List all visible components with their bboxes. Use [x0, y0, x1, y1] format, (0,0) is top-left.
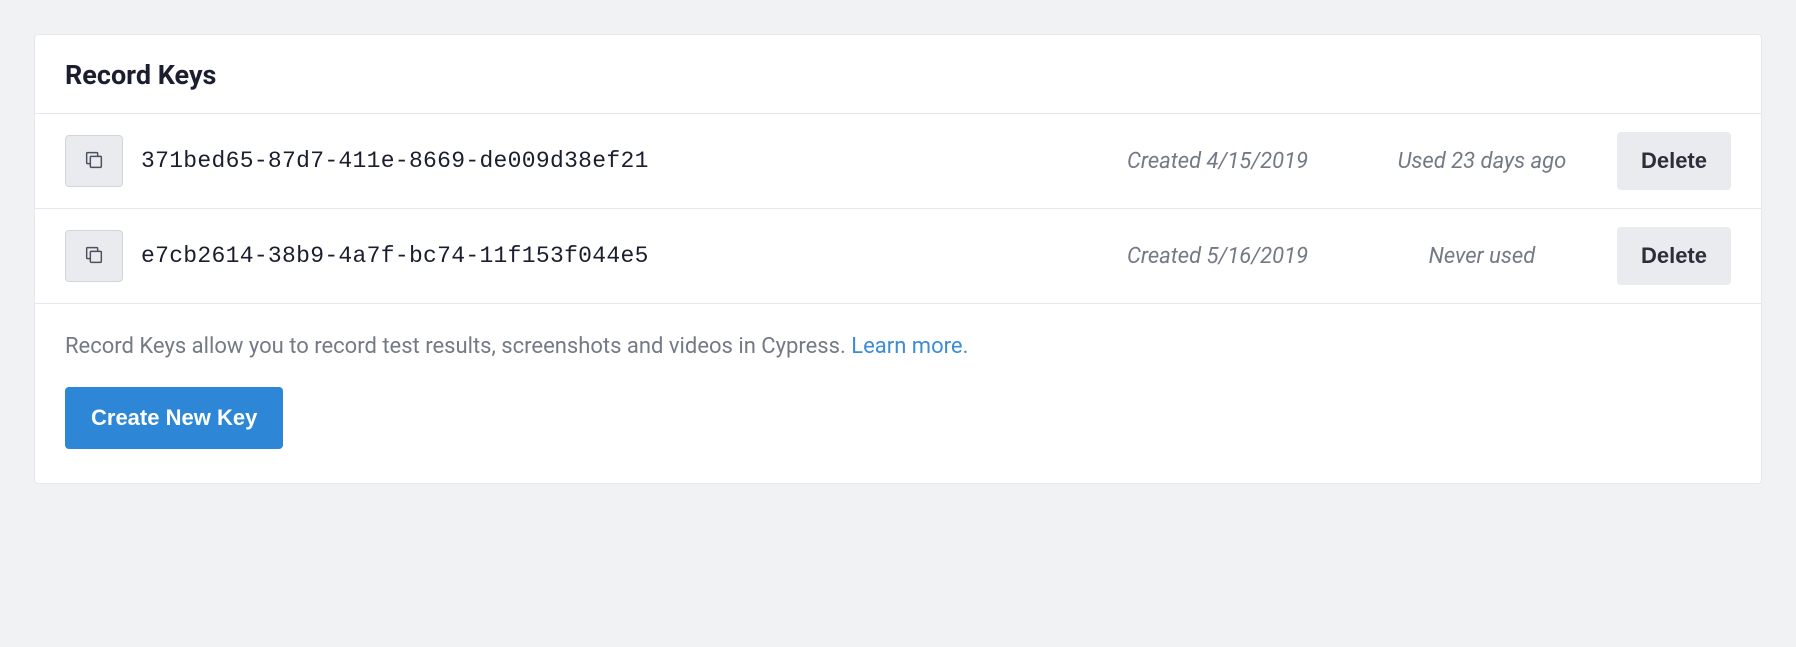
- learn-more-link[interactable]: Learn more.: [851, 334, 968, 359]
- record-key-created: Created 4/15/2019: [1127, 149, 1367, 174]
- record-key-value: 371bed65-87d7-411e-8669-de009d38ef21: [141, 148, 1127, 174]
- record-key-row: 371bed65-87d7-411e-8669-de009d38ef21 Cre…: [35, 113, 1761, 208]
- create-new-key-button[interactable]: Create New Key: [65, 387, 283, 449]
- panel-footer: Record Keys allow you to record test res…: [35, 303, 1761, 483]
- delete-key-button[interactable]: Delete: [1617, 132, 1731, 190]
- record-key-row: e7cb2614-38b9-4a7f-bc74-11f153f044e5 Cre…: [35, 208, 1761, 303]
- record-key-created: Created 5/16/2019: [1127, 244, 1367, 269]
- copy-icon: [83, 149, 105, 174]
- delete-key-button[interactable]: Delete: [1617, 227, 1731, 285]
- record-key-used: Never used: [1367, 244, 1597, 269]
- record-key-value: e7cb2614-38b9-4a7f-bc74-11f153f044e5: [141, 243, 1127, 269]
- panel-header: Record Keys: [35, 35, 1761, 113]
- copy-key-button[interactable]: [65, 135, 123, 187]
- description-text: Record Keys allow you to record test res…: [65, 334, 851, 359]
- copy-key-button[interactable]: [65, 230, 123, 282]
- panel-description: Record Keys allow you to record test res…: [65, 334, 1731, 359]
- record-keys-panel: Record Keys 371bed65-87d7-411e-8669-de00…: [34, 34, 1762, 484]
- copy-icon: [83, 244, 105, 269]
- record-key-used: Used 23 days ago: [1367, 149, 1597, 174]
- panel-title: Record Keys: [65, 59, 1731, 91]
